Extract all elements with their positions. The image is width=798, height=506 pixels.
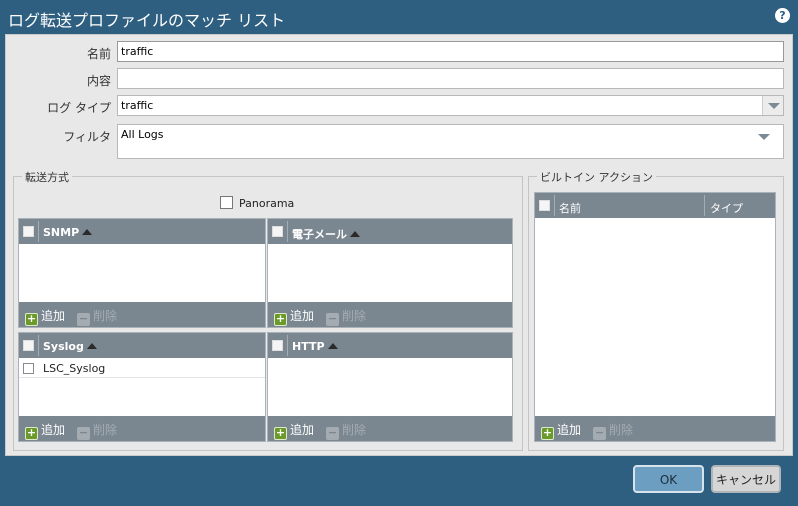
row-label: LSC_Syslog — [43, 362, 106, 375]
ok-button[interactable]: OK — [633, 465, 704, 493]
dialog-content: 名前 traffic 内容 ログ タイプ traffic フィルタ All Lo… — [5, 34, 793, 456]
column-header-label: SNMP — [43, 226, 80, 239]
panorama-checkbox[interactable] — [220, 196, 233, 209]
sort-up-icon — [350, 231, 360, 237]
delete-button[interactable]: − 削除 — [77, 421, 117, 440]
title-bar[interactable]: ログ転送プロファイルのマッチ リスト ? — [0, 0, 798, 34]
filter-label: フィルタ — [63, 130, 111, 144]
filter-value: All Logs — [121, 128, 164, 141]
column-header[interactable]: HTTP — [292, 340, 338, 353]
grid-header: 電子メール — [268, 219, 512, 244]
select-all-checkbox[interactable] — [272, 226, 283, 237]
snmp-grid: SNMP + 追加 − 削除 — [18, 218, 266, 328]
help-icon[interactable]: ? — [775, 8, 790, 23]
table-row[interactable]: LSC_Syslog — [19, 359, 265, 378]
syslog-grid: Syslog LSC_Syslog + 追加 − 削除 — [18, 332, 266, 442]
delete-button[interactable]: − 削除 — [77, 307, 117, 326]
filter-select[interactable]: All Logs — [117, 124, 784, 159]
minus-icon: − — [77, 312, 90, 326]
select-all-checkbox[interactable] — [23, 226, 34, 237]
column-header-label: Syslog — [43, 340, 84, 353]
plus-icon: + — [274, 312, 287, 326]
panorama-label: Panorama — [239, 197, 295, 210]
column-header-label: 電子メール — [292, 228, 347, 241]
grid-toolbar: + 追加 − 削除 — [268, 302, 512, 327]
builtin-actions-grid: 名前 タイプ + 追加 − 削除 — [534, 192, 776, 442]
minus-icon: − — [326, 426, 339, 440]
sort-up-icon — [82, 229, 93, 235]
delete-button[interactable]: − 削除 — [326, 307, 366, 326]
sort-up-icon — [327, 343, 338, 349]
grid-toolbar: + 追加 − 削除 — [535, 416, 775, 441]
logtype-dropdown-button[interactable] — [762, 96, 783, 115]
delete-button[interactable]: − 削除 — [593, 421, 633, 440]
chevron-down-icon[interactable] — [758, 134, 770, 140]
column-header[interactable]: SNMP — [43, 226, 93, 239]
plus-icon: + — [25, 312, 38, 326]
plus-icon: + — [25, 426, 38, 440]
minus-icon: − — [593, 426, 606, 440]
name-input[interactable]: traffic — [117, 41, 784, 62]
plus-icon: + — [274, 426, 287, 440]
column-header-type[interactable]: タイプ — [710, 200, 743, 216]
column-header-name[interactable]: 名前 — [559, 200, 581, 216]
forward-method-legend: 転送方式 — [22, 169, 72, 185]
grid-header: Syslog — [19, 333, 265, 358]
minus-icon: − — [326, 312, 339, 326]
dialog: ログ転送プロファイルのマッチ リスト ? 名前 traffic 内容 ログ タイ… — [0, 0, 798, 506]
description-input[interactable] — [117, 68, 784, 89]
chevron-down-icon — [768, 103, 780, 109]
column-header[interactable]: 電子メール — [292, 226, 360, 242]
row-checkbox[interactable] — [23, 363, 34, 374]
logtype-label: ログ タイプ — [47, 101, 111, 115]
grid-toolbar: + 追加 − 削除 — [19, 416, 265, 441]
add-button[interactable]: + 追加 — [274, 421, 314, 440]
delete-button[interactable]: − 削除 — [326, 421, 366, 440]
minus-icon: − — [77, 426, 90, 440]
add-button[interactable]: + 追加 — [25, 307, 65, 326]
add-button[interactable]: + 追加 — [274, 307, 314, 326]
email-grid: 電子メール + 追加 − 削除 — [267, 218, 513, 328]
http-grid: HTTP + 追加 − 削除 — [267, 332, 513, 442]
column-header[interactable]: Syslog — [43, 340, 97, 353]
logtype-value: traffic — [121, 99, 154, 112]
add-button[interactable]: + 追加 — [25, 421, 65, 440]
select-all-checkbox[interactable] — [23, 340, 34, 351]
name-value: traffic — [121, 45, 154, 58]
name-label: 名前 — [86, 47, 111, 61]
cancel-button[interactable]: キャンセル — [711, 465, 781, 493]
grid-header: 名前 タイプ — [535, 193, 775, 218]
select-all-checkbox[interactable] — [539, 200, 550, 211]
grid-toolbar: + 追加 − 削除 — [268, 416, 512, 441]
column-header-label: HTTP — [292, 340, 325, 353]
grid-header: SNMP — [19, 219, 265, 244]
dialog-title: ログ転送プロファイルのマッチ リスト — [8, 11, 286, 30]
logtype-select[interactable]: traffic — [117, 95, 784, 116]
description-label: 内容 — [86, 74, 111, 88]
add-button[interactable]: + 追加 — [541, 421, 581, 440]
grid-toolbar: + 追加 − 削除 — [19, 302, 265, 327]
builtin-actions-legend: ビルトイン アクション — [537, 169, 656, 185]
plus-icon: + — [541, 426, 554, 440]
select-all-checkbox[interactable] — [272, 340, 283, 351]
sort-up-icon — [86, 343, 97, 349]
grid-header: HTTP — [268, 333, 512, 358]
